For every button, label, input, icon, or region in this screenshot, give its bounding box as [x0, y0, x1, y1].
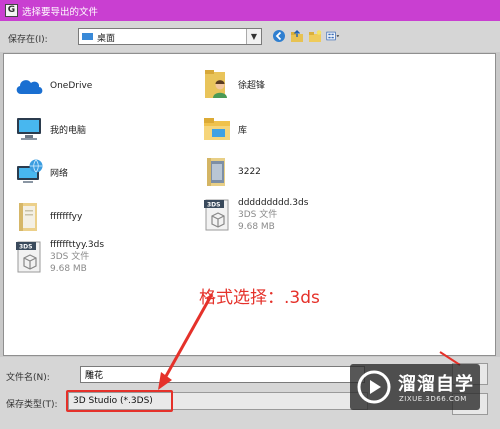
- file-meta: ffffffttyy.3ds 3DS 文件 9.68 MB: [50, 239, 104, 275]
- onedrive-cloud-icon: [12, 71, 46, 101]
- 3ds-file-icon: 3DS: [12, 241, 46, 273]
- folder-icon: [12, 202, 46, 232]
- file-name: ddddddddd.3ds: [238, 198, 309, 208]
- file-type: 3DS 文件: [238, 210, 278, 220]
- network-icon: [12, 157, 46, 187]
- title-bar: G 选择要导出的文件: [0, 0, 500, 21]
- watermark-logo-icon: [357, 370, 391, 404]
- filename-label: 文件名(N):: [6, 373, 50, 383]
- svg-text:3DS: 3DS: [207, 202, 220, 209]
- svg-text:3DS: 3DS: [19, 244, 32, 251]
- list-item-ffffffttyy-3ds[interactable]: 3DS ffffffttyy.3ds 3DS 文件 9.68 MB: [12, 239, 104, 275]
- list-item-network[interactable]: 网络: [12, 157, 68, 187]
- toolbar-icons: [272, 29, 340, 43]
- list-item-folder-3222[interactable]: 3222: [200, 157, 261, 187]
- list-item-library[interactable]: 库: [200, 114, 247, 144]
- list-item-folder-fffffffyy[interactable]: fffffffyy: [12, 202, 82, 232]
- file-name: 网络: [50, 168, 69, 179]
- new-folder-icon[interactable]: [308, 29, 322, 43]
- file-name: 我的电脑: [50, 125, 87, 136]
- app-icon: G: [5, 4, 18, 17]
- filename-input[interactable]: [80, 366, 365, 383]
- location-value: 桌面: [97, 34, 116, 44]
- file-size: 9.68 MB: [238, 222, 275, 232]
- file-name: 库: [238, 125, 248, 136]
- list-item-computer[interactable]: 我的电脑: [12, 114, 86, 144]
- watermark-title: 溜溜自学: [398, 374, 474, 395]
- 3ds-file-icon: 3DS: [200, 199, 234, 231]
- file-list[interactable]: OneDrive 徐超锋 我的电脑 库 网络 3222 fffffffyy 3D…: [3, 53, 496, 356]
- file-meta: ddddddddd.3ds 3DS 文件 9.68 MB: [238, 197, 308, 233]
- watermark: 溜溜自学 ZIXUE.3D66.COM: [350, 364, 480, 410]
- file-name: 3222: [238, 167, 261, 177]
- view-menu-icon[interactable]: [326, 29, 340, 43]
- list-item-user-folder[interactable]: 徐超锋: [200, 69, 265, 99]
- toolbar: 保存在(I): 桌面 ▼: [0, 21, 500, 52]
- annotation-text: 格式选择：.3ds: [199, 288, 320, 308]
- file-name: ffffffttyy.3ds: [50, 240, 105, 250]
- file-name: fffffffyy: [50, 212, 83, 222]
- computer-icon: [12, 114, 46, 144]
- list-item-onedrive[interactable]: OneDrive: [12, 71, 92, 101]
- desktop-folder-icon: [82, 33, 93, 40]
- filetype-highlight-box: [66, 390, 173, 412]
- filetype-label: 保存类型(T):: [6, 400, 58, 410]
- file-size: 9.68 MB: [50, 264, 87, 274]
- user-folder-icon: [200, 69, 234, 99]
- back-arrow-icon[interactable]: [272, 29, 286, 43]
- chevron-down-icon[interactable]: ▼: [246, 29, 261, 44]
- library-folder-icon: [200, 114, 234, 144]
- file-name: OneDrive: [50, 81, 93, 91]
- up-folder-icon[interactable]: [290, 29, 304, 43]
- file-name: 徐超锋: [238, 80, 266, 91]
- location-dropdown[interactable]: 桌面 ▼: [78, 28, 262, 45]
- file-type: 3DS 文件: [50, 252, 90, 262]
- folder-icon: [200, 157, 234, 187]
- watermark-subtitle: ZIXUE.3D66.COM: [399, 395, 467, 403]
- window-title: 选择要导出的文件: [22, 6, 99, 18]
- list-item-ddddddddd-3ds[interactable]: 3DS ddddddddd.3ds 3DS 文件 9.68 MB: [200, 197, 308, 233]
- save-in-label: 保存在(I):: [8, 35, 48, 45]
